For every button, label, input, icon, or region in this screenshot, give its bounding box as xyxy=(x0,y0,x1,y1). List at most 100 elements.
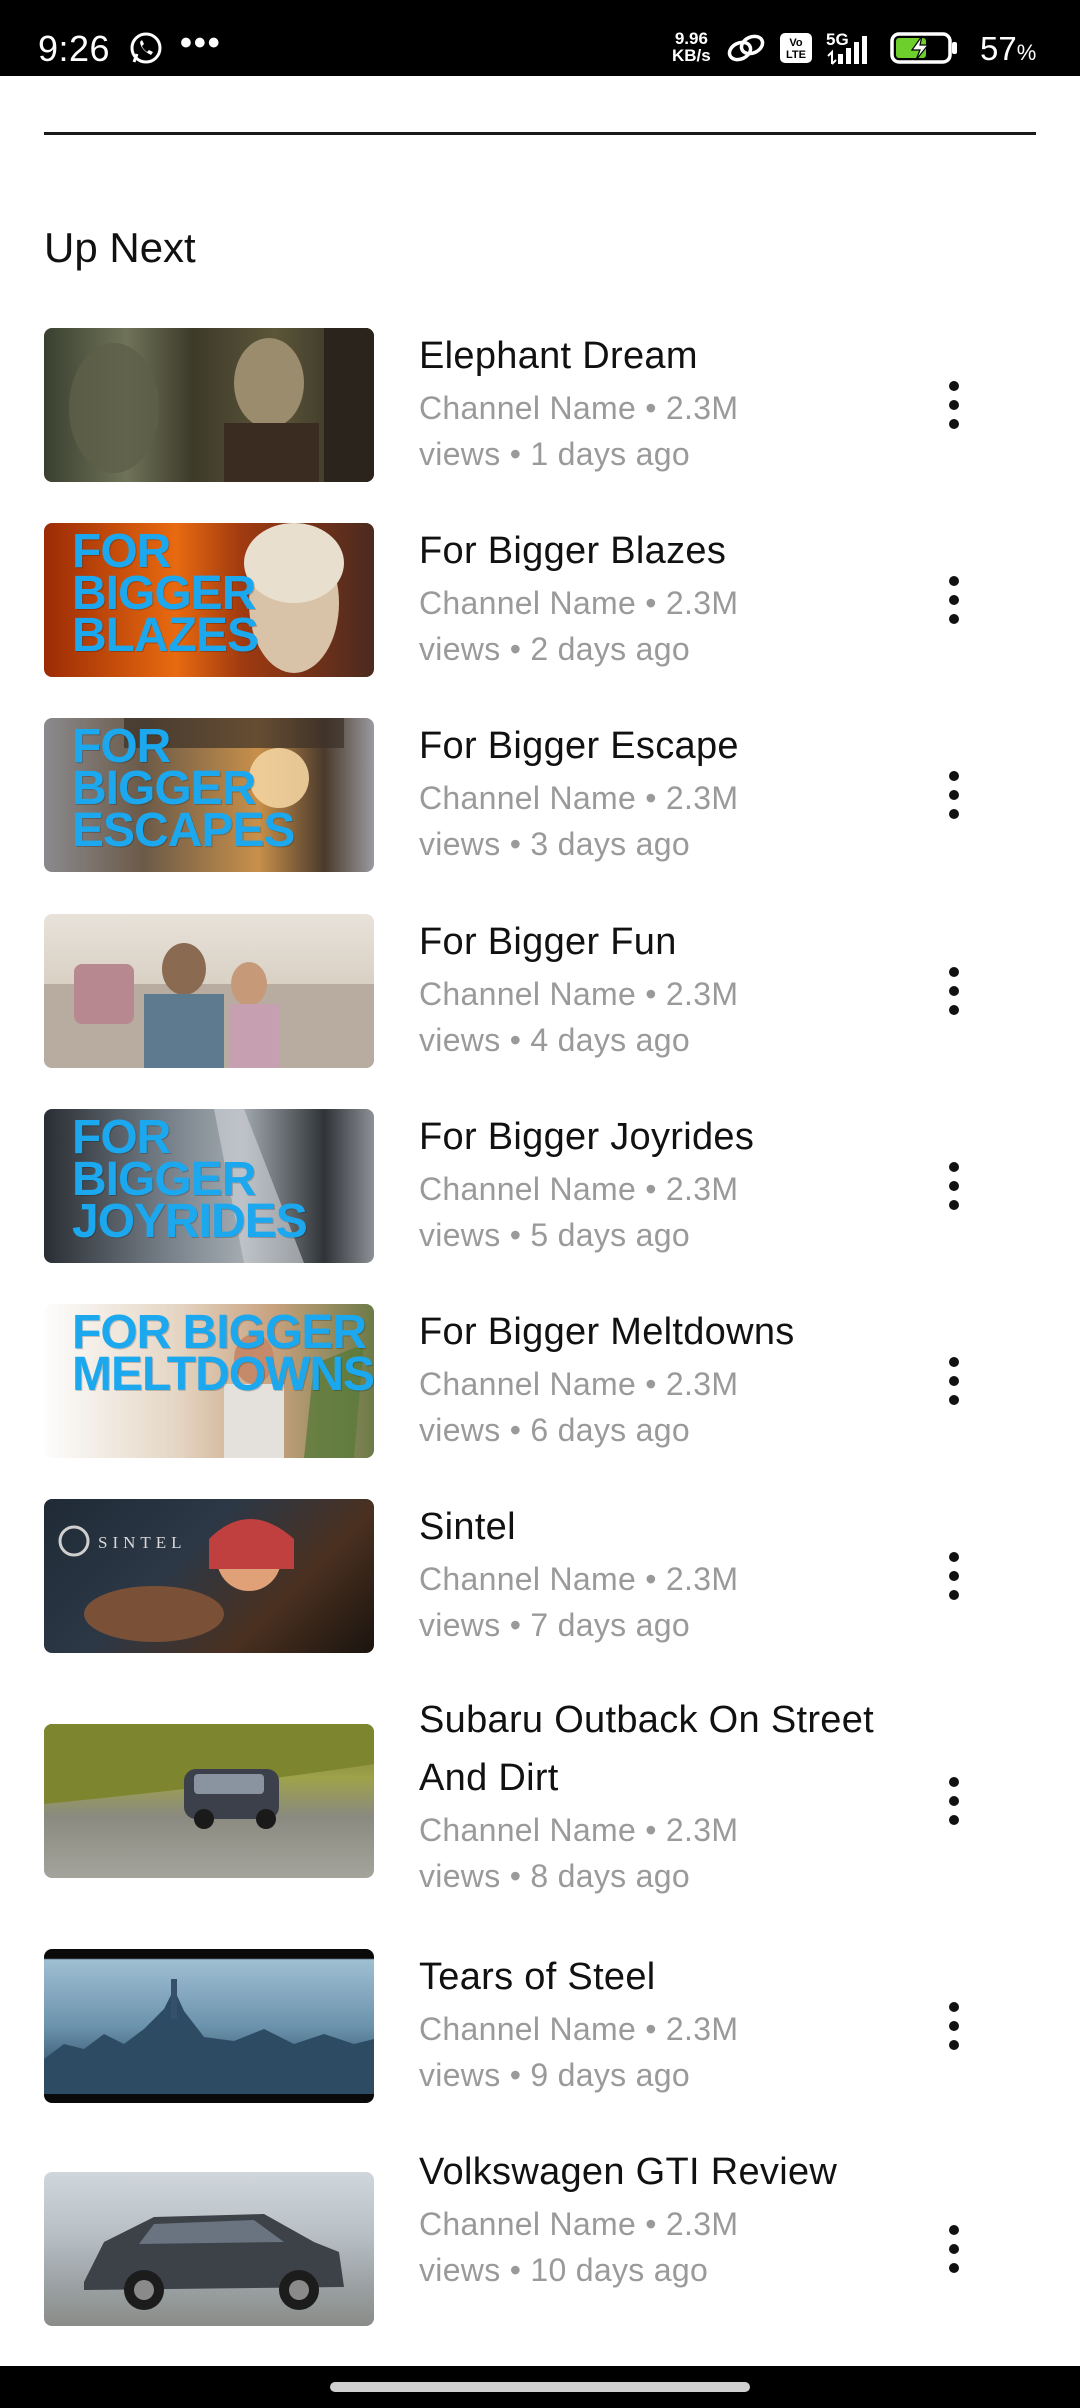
more-options-button[interactable] xyxy=(924,1986,984,2066)
more-options-button[interactable] xyxy=(924,1536,984,1616)
volte-label: Vo LTE xyxy=(786,37,806,61)
home-gesture-handle[interactable] xyxy=(330,2382,750,2392)
top-divider xyxy=(44,132,1036,135)
video-meta: For Bigger Fun Channel Name • 2.3M views… xyxy=(419,913,889,1063)
signal-icon xyxy=(827,36,867,65)
signal-group: 5G xyxy=(826,30,876,66)
video-meta: For Bigger Joyrides Channel Name • 2.3M … xyxy=(419,1108,889,1258)
battery-percent-symbol: % xyxy=(1016,40,1037,65)
more-vertical-icon xyxy=(949,576,959,624)
more-options-button[interactable] xyxy=(924,1146,984,1226)
video-subtitle: views • 10 days ago xyxy=(419,2252,709,2288)
thumbnail-text: SINTEL xyxy=(98,1533,187,1552)
video-thumbnail[interactable]: SINTEL xyxy=(44,1499,374,1653)
more-vertical-icon xyxy=(949,1552,959,1600)
video-title: Tears of Steel xyxy=(419,1956,656,1998)
speed-unit: KB/s xyxy=(672,46,711,65)
network-speed: 9.96 KB/s xyxy=(672,30,711,64)
thumbnail-art xyxy=(84,2214,344,2310)
thumbnail-art xyxy=(44,1979,374,2094)
whatsapp-icon xyxy=(130,32,162,64)
video-thumbnail[interactable] xyxy=(44,1949,374,2103)
video-subtitle: views • 7 days ago xyxy=(419,1607,690,1643)
more-vertical-icon xyxy=(949,1162,959,1210)
video-subtitle: Channel Name • 2.3M xyxy=(419,1812,739,1848)
thumbnail-art xyxy=(69,328,374,482)
video-title: For Bigger Meltdowns xyxy=(419,1311,795,1353)
more-options-button[interactable] xyxy=(924,951,984,1031)
video-subtitle: views • 2 days ago xyxy=(419,631,690,667)
video-subtitle: views • 8 days ago xyxy=(419,1858,690,1894)
list-item[interactable]: FOR BIGGER MELTDOWNS For Bigger Meltdown… xyxy=(44,1304,1036,1464)
video-subtitle: Channel Name • 2.3M xyxy=(419,1561,739,1597)
video-thumbnail[interactable]: FOR BIGGER JOYRIDES xyxy=(44,1109,374,1263)
battery-charging-icon xyxy=(890,32,957,64)
more-options-button[interactable] xyxy=(924,560,984,640)
status-time: 9:26 xyxy=(38,28,111,69)
video-title: For Bigger Joyrides xyxy=(419,1116,755,1158)
video-meta: For Bigger Escape Channel Name • 2.3M vi… xyxy=(419,717,889,867)
thumbnail-text: FOR BIGGER MELTDOWNS xyxy=(72,1306,374,1401)
list-item[interactable]: Volkswagen GTI Review Channel Name • 2.3… xyxy=(44,2144,1036,2364)
video-subtitle: views • 5 days ago xyxy=(419,1217,690,1253)
video-meta: Tears of Steel Channel Name • 2.3M views… xyxy=(419,1948,889,2098)
link-icon xyxy=(727,34,765,62)
video-thumbnail[interactable] xyxy=(44,914,374,1068)
more-vertical-icon xyxy=(949,2225,959,2273)
thumbnail-text: FOR BIGGER BLAZES xyxy=(72,525,259,662)
video-meta: Volkswagen GTI Review Channel Name • 2.3… xyxy=(419,2143,889,2293)
volte-icon: Vo LTE xyxy=(780,33,812,63)
video-thumbnail[interactable] xyxy=(44,1724,374,1878)
video-thumbnail[interactable] xyxy=(44,2172,374,2326)
video-subtitle: Channel Name • 2.3M xyxy=(419,2206,739,2242)
video-thumbnail[interactable]: FOR BIGGER ESCAPES xyxy=(44,718,374,872)
list-item[interactable]: Tears of Steel Channel Name • 2.3M views… xyxy=(44,1949,1036,2109)
more-vertical-icon xyxy=(949,771,959,819)
list-item[interactable]: Subaru Outback On Street And Dirt Channe… xyxy=(44,1692,1036,1912)
video-title: Subaru Outback On Street And Dirt xyxy=(419,1699,874,1799)
more-options-button[interactable] xyxy=(924,1341,984,1421)
video-thumbnail[interactable] xyxy=(44,328,374,482)
video-meta: For Bigger Meltdowns Channel Name • 2.3M… xyxy=(419,1303,889,1453)
video-subtitle: Channel Name • 2.3M xyxy=(419,390,739,426)
more-options-button[interactable] xyxy=(924,2209,984,2289)
thumbnail-art xyxy=(44,1724,374,1829)
video-title: Volkswagen GTI Review xyxy=(419,2151,838,2193)
video-subtitle: Channel Name • 2.3M xyxy=(419,780,739,816)
notification-more-icon: ••• xyxy=(180,24,222,62)
video-thumbnail[interactable]: FOR BIGGER MELTDOWNS xyxy=(44,1304,374,1458)
more-vertical-icon xyxy=(949,1357,959,1405)
video-thumbnail[interactable]: FOR BIGGER BLAZES xyxy=(44,523,374,677)
more-vertical-icon xyxy=(949,967,959,1015)
video-subtitle: views • 9 days ago xyxy=(419,2057,690,2093)
video-title: For Bigger Blazes xyxy=(419,530,727,572)
list-item[interactable]: FOR BIGGER ESCAPES For Bigger Escape Cha… xyxy=(44,718,1036,878)
video-meta: For Bigger Blazes Channel Name • 2.3M vi… xyxy=(419,522,889,672)
video-title: Elephant Dream xyxy=(419,335,698,377)
thumbnail-art xyxy=(58,1519,294,1642)
video-subtitle: Channel Name • 2.3M xyxy=(419,976,739,1012)
list-item[interactable]: FOR BIGGER JOYRIDES For Bigger Joyrides … xyxy=(44,1109,1036,1269)
more-options-button[interactable] xyxy=(924,1761,984,1841)
status-icons: Vo LTE 5G xyxy=(726,28,960,68)
battery-percent: 57% xyxy=(980,30,1036,68)
video-subtitle: views • 6 days ago xyxy=(419,1412,690,1448)
thumbnail-art xyxy=(44,943,374,1068)
list-item[interactable]: Elephant Dream Channel Name • 2.3M views… xyxy=(44,328,1036,488)
more-options-button[interactable] xyxy=(924,755,984,835)
list-item[interactable]: SINTEL Sintel Channel Name • 2.3M views … xyxy=(44,1499,1036,1659)
list-item[interactable]: For Bigger Fun Channel Name • 2.3M views… xyxy=(44,914,1036,1074)
more-vertical-icon xyxy=(949,1777,959,1825)
video-subtitle: Channel Name • 2.3M xyxy=(419,585,739,621)
video-subtitle: views • 4 days ago xyxy=(419,1022,690,1058)
video-subtitle: Channel Name • 2.3M xyxy=(419,1171,739,1207)
thumbnail-text: FOR BIGGER ESCAPES xyxy=(72,720,295,857)
video-title: For Bigger Fun xyxy=(419,921,677,963)
video-title: Sintel xyxy=(419,1506,516,1548)
thumbnail-text: FOR BIGGER JOYRIDES xyxy=(72,1111,308,1248)
list-item[interactable]: FOR BIGGER BLAZES For Bigger Blazes Chan… xyxy=(44,523,1036,683)
navigation-bar xyxy=(0,2366,1080,2408)
more-vertical-icon xyxy=(949,2002,959,2050)
speed-value: 9.96 xyxy=(674,29,708,48)
more-options-button[interactable] xyxy=(924,365,984,445)
